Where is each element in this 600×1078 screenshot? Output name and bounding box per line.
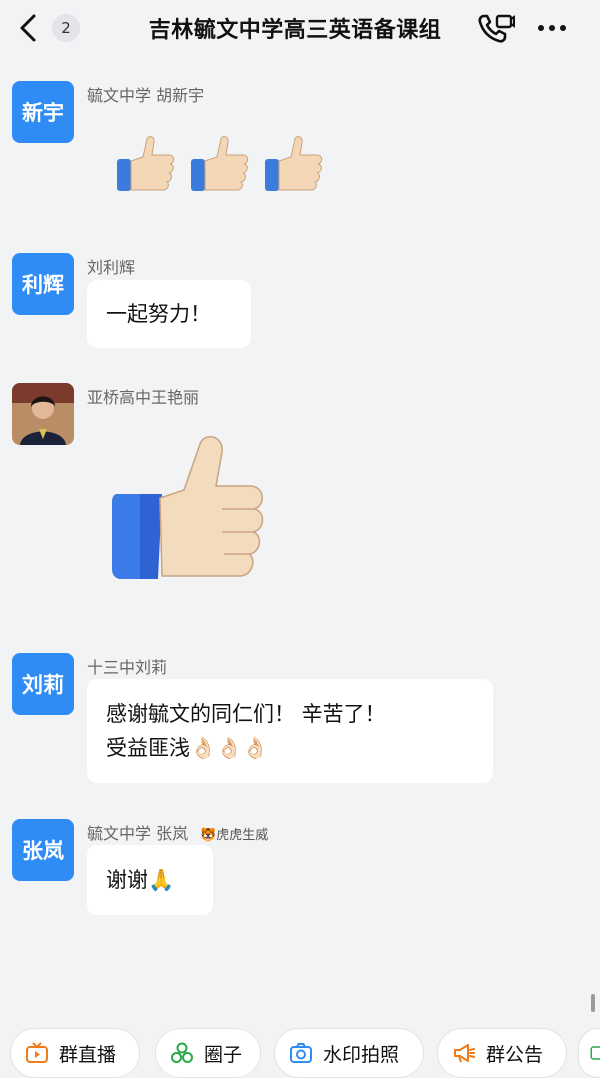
tool-label: 群公告 xyxy=(486,1043,544,1066)
chat-header: 2 吉林毓文中学高三英语备课组 xyxy=(0,0,600,60)
sender-name: 毓文中学 张岚 🐯虎虎生威 xyxy=(87,820,268,844)
chevron-left-icon xyxy=(20,14,36,42)
quick-action-bar: 群直播 圈子 水印拍照 群公告 xyxy=(0,1022,600,1078)
group-live-button[interactable]: 群直播 xyxy=(10,1028,140,1078)
message-item: 刘莉 十三中刘莉 感谢毓文的同仁们！ 辛苦了！ 受益匪浅👌🏻👌🏻👌🏻 xyxy=(0,652,600,787)
message-text: 一起努力！ xyxy=(106,302,211,326)
sender-name: 亚桥高中王艳丽 xyxy=(87,388,200,407)
thumbs-up-icon xyxy=(112,436,264,579)
avatar-photo[interactable] xyxy=(12,383,74,445)
more-options-button[interactable] xyxy=(532,10,572,46)
message-text-line: 受益匪浅👌🏻👌🏻👌🏻 xyxy=(106,736,269,760)
dot-icon xyxy=(560,25,566,31)
dot-icon xyxy=(549,25,555,31)
more-tools-button[interactable] xyxy=(578,1028,600,1078)
tool-label: 圈子 xyxy=(204,1043,243,1066)
sender-name: 毓文中学 胡新宇 xyxy=(87,86,205,105)
tool-label: 水印拍照 xyxy=(323,1043,400,1066)
avatar[interactable]: 利辉 xyxy=(12,253,74,315)
circles-button[interactable]: 圈子 xyxy=(155,1028,261,1078)
dot-icon xyxy=(538,25,544,31)
person-photo-icon xyxy=(12,383,74,445)
phone-call-icon xyxy=(478,14,515,43)
thumbs-up-icon xyxy=(117,136,175,191)
message-text: 谢谢🙏 xyxy=(106,868,175,892)
tool-label: 群直播 xyxy=(59,1043,117,1066)
message-bubble[interactable]: 感谢毓文的同仁们！ 辛苦了！ 受益匪浅👌🏻👌🏻👌🏻 xyxy=(87,679,493,783)
thumbs-up-icon xyxy=(191,136,249,191)
megaphone-icon xyxy=(454,1044,475,1063)
avatar[interactable]: 新宇 xyxy=(12,81,74,143)
watermark-camera-button[interactable]: 水印拍照 xyxy=(274,1028,424,1078)
chat-title: 吉林毓文中学高三英语备课组 xyxy=(148,18,442,43)
live-tv-icon xyxy=(26,1042,48,1063)
group-call-button[interactable] xyxy=(475,10,515,46)
circles-icon xyxy=(171,1042,193,1063)
avatar[interactable]: 张岚 xyxy=(12,819,74,881)
message-emoji[interactable] xyxy=(115,133,325,195)
group-announcement-button[interactable]: 群公告 xyxy=(437,1028,567,1078)
unread-count-badge: 2 xyxy=(52,14,80,42)
member-tag: 🐯虎虎生威 xyxy=(200,828,269,843)
camera-icon xyxy=(290,1043,312,1063)
message-emoji[interactable] xyxy=(110,432,270,586)
back-button[interactable]: 2 xyxy=(16,10,86,46)
sender-name: 刘利辉 xyxy=(87,258,136,277)
avatar[interactable]: 刘莉 xyxy=(12,653,74,715)
message-item: 利辉 刘利辉 一起努力！ xyxy=(0,252,600,352)
thumbs-up-icon xyxy=(265,136,323,191)
message-item: 亚桥高中王艳丽 xyxy=(0,382,600,592)
sender-name: 十三中刘莉 xyxy=(87,658,168,677)
tool-icon xyxy=(590,1046,600,1060)
message-bubble[interactable]: 谢谢🙏 xyxy=(87,845,213,915)
message-item: 新宇 毓文中学 胡新宇 xyxy=(0,80,600,210)
sender-name-text: 毓文中学 张岚 xyxy=(87,824,189,843)
message-bubble[interactable]: 一起努力！ xyxy=(87,280,251,348)
message-text-line: 感谢毓文的同仁们！ 辛苦了！ xyxy=(106,702,386,726)
scrollbar[interactable] xyxy=(591,994,595,1012)
message-item: 张岚 毓文中学 张岚 🐯虎虎生威 谢谢🙏 xyxy=(0,818,600,918)
